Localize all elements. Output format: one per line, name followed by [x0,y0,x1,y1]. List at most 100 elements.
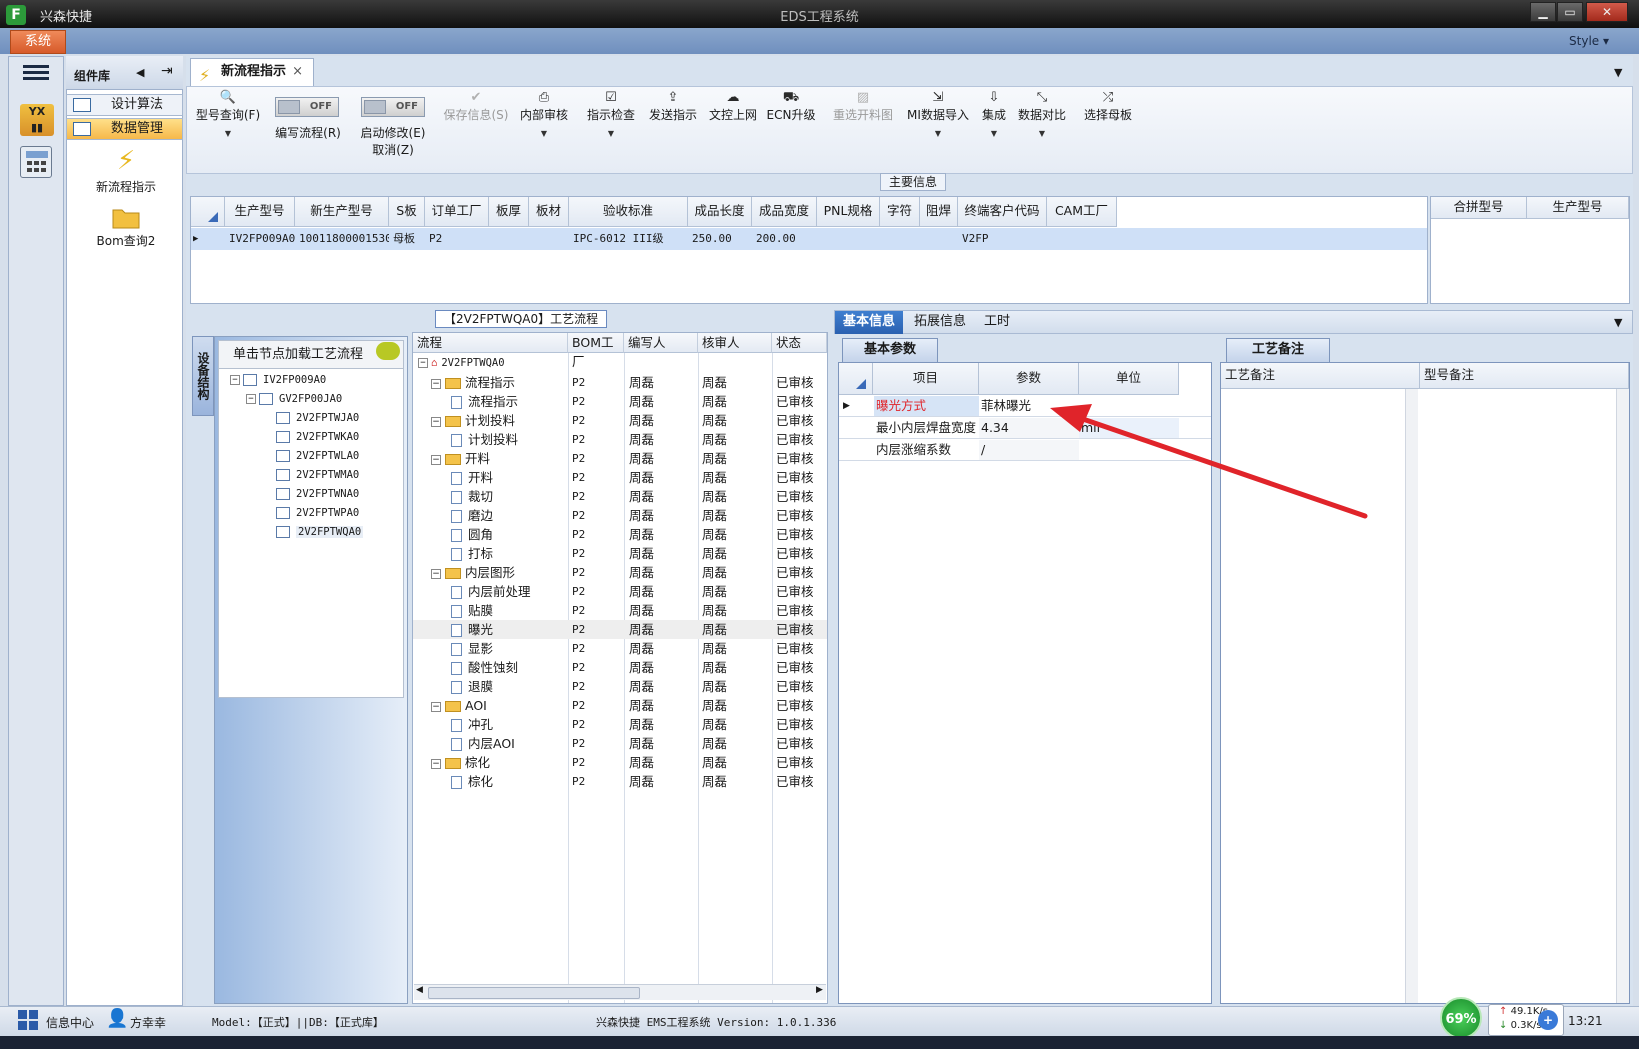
close-button[interactable]: ✕ [1586,2,1628,22]
flow-row[interactable]: 计划投料 P2 周磊 周磊 已审核 [413,430,827,449]
collapse-icon[interactable]: − [431,378,441,389]
flow-row[interactable]: − AOI P2 周磊 周磊 已审核 [413,696,827,715]
close-tab-icon[interactable]: × [292,59,303,85]
comp-item-data-management[interactable]: 数据管理 [66,118,183,140]
flow-row[interactable]: 内层前处理 P2 周磊 周磊 已审核 [413,582,827,601]
tree-node[interactable]: 2V2FPTWPA0 [276,504,359,523]
flow-row[interactable]: 裁切 P2 周磊 周磊 已审核 [413,487,827,506]
flow-row[interactable]: 酸性蚀刻 P2 周磊 周磊 已审核 [413,658,827,677]
collapse-icon[interactable]: − [431,758,441,769]
calculator-icon[interactable] [20,146,52,178]
new-flow-item[interactable]: ⚡ 新流程指示 [80,146,172,195]
subtab-process-notes[interactable]: 工艺备注 [1226,338,1330,362]
start-modify-toggle[interactable]: OFF [361,97,425,117]
collapse-icon[interactable]: − [431,416,441,427]
flow-row[interactable]: 磨边 P2 周磊 周磊 已审核 [413,506,827,525]
table-cell[interactable] [489,228,529,250]
chevron-down-icon[interactable]: ▼ [898,129,978,138]
param-value[interactable]: 菲林曝光 [979,396,1079,416]
collapse-icon[interactable]: − [230,375,240,385]
ribbon-button-6[interactable]: ⛟ ECN升级 [764,90,818,160]
chevron-down-icon[interactable]: ▼ [578,129,644,138]
table-cell[interactable] [529,228,569,250]
table-cell[interactable]: IV2FP009A0 [225,228,295,250]
flow-row[interactable]: 贴膜 P2 周磊 周磊 已审核 [413,601,827,620]
table-cell[interactable] [880,228,920,250]
style-dropdown[interactable]: Style ▾ [1569,34,1609,48]
tab-basic-info[interactable]: 基本信息 [835,311,904,334]
collapse-icon[interactable]: − [431,568,441,579]
ribbon-button-8[interactable]: ⇲ MI数据导入 ▼ [898,90,978,160]
doc-tab-new-flow[interactable]: ⚡ 新流程指示 × [190,58,314,86]
flow-row[interactable]: 内层AOI P2 周磊 周磊 已审核 [413,734,827,753]
flow-row[interactable]: 打标 P2 周磊 周磊 已审核 [413,544,827,563]
yx-module-icon[interactable]: YX ▮▮ [20,104,54,136]
flow-row[interactable]: − 棕化 P2 周磊 周磊 已审核 [413,753,827,772]
ribbon-button-0[interactable]: 🔍 型号查询(F) ▼ [190,90,266,160]
tree-node[interactable]: 2V2FPTWJA0 [276,409,359,428]
chevron-down-icon[interactable]: ▼ [972,129,1016,138]
tree-node[interactable]: 2V2FPTWKA0 [276,428,359,447]
ribbon-button-11[interactable]: ⤮ 选择母板 [1075,90,1141,160]
flow-row[interactable]: 冲孔 P2 周磊 周磊 已审核 [413,715,827,734]
table-cell[interactable]: 10011800001530 [295,228,392,250]
flow-row[interactable]: − 开料 P2 周磊 周磊 已审核 [413,449,827,468]
ribbon-button-10[interactable]: ⤡ 数据对比 ▼ [1013,90,1071,160]
flow-row[interactable]: 开料 P2 周磊 周磊 已审核 [413,468,827,487]
subtab-basic-params[interactable]: 基本参数 [842,338,938,362]
flow-row[interactable]: 曝光 P2 周磊 周磊 已审核 [413,620,827,639]
table-cell[interactable] [1047,228,1117,250]
bom-query-item[interactable]: Bom查询2 [80,204,172,249]
table-cell[interactable]: 250.00 [688,228,752,250]
comp-item-design-algorithm[interactable]: 设计算法 [66,94,183,116]
collapse-icon[interactable]: − [431,701,441,712]
chevron-down-icon[interactable]: ▼ [514,129,574,138]
remarks-scrollbar[interactable] [1616,389,1629,1003]
ribbon-button-5[interactable]: ☁ 文控上网 [702,90,764,160]
chat-icon[interactable] [376,342,400,360]
chevron-down-icon[interactable]: ▼ [1013,129,1071,138]
tab-menu-icon[interactable]: ▼ [1614,66,1622,79]
tree-node[interactable]: 2V2FPTWNA0 [276,485,359,504]
flow-row[interactable]: 流程指示 P2 周磊 周磊 已审核 [413,392,827,411]
minimize-button[interactable]: ▁ [1530,2,1556,22]
table-cell[interactable] [817,228,880,250]
flow-row[interactable]: − 计划投料 P2 周磊 周磊 已审核 [413,411,827,430]
tab-work-hours[interactable]: 工时 [976,311,1018,334]
ribbon-button-1[interactable]: ✔ 保存信息(S) [436,90,516,160]
collapse-icon[interactable]: − [418,358,428,368]
pin-icon[interactable]: ⇥ [161,63,173,79]
tab-extended-info[interactable]: 拓展信息 [906,311,974,334]
grid-apps-icon[interactable] [18,1010,38,1030]
ribbon-button-9[interactable]: ⇩ 集成 ▼ [972,90,1016,160]
equipment-structure-tab[interactable]: 设备结构 [192,336,214,416]
tree-node[interactable]: − IV2FP009A0 [230,371,326,390]
tree-node[interactable]: − GV2FP00JA0 [246,390,342,409]
param-row[interactable]: 内层涨缩系数 / [839,440,1211,461]
param-value[interactable]: 4.34 [979,418,1079,438]
param-row[interactable]: ▶ 曝光方式 菲林曝光 [839,396,1211,417]
notes-scrollbar[interactable] [1405,389,1418,1003]
tabs-menu-icon[interactable]: ▼ [1614,316,1622,329]
flow-row[interactable]: 圆角 P2 周磊 周磊 已审核 [413,525,827,544]
scroll-right-icon[interactable]: ▶ [816,985,823,995]
collapse-icon[interactable]: − [431,454,441,465]
network-gauge[interactable]: 69% [1440,997,1482,1039]
plus-icon[interactable]: + [1538,1010,1558,1030]
collapse-icon[interactable]: − [246,394,256,404]
table-cell[interactable]: 母板 [389,228,425,250]
table-cell[interactable] [920,228,958,250]
tree-node[interactable]: 2V2FPTWLA0 [276,447,359,466]
scroll-left-icon[interactable]: ◀ [416,985,423,995]
ribbon-button-4[interactable]: ⇪ 发送指示 [638,90,708,160]
maximize-button[interactable]: ▭ [1557,2,1583,22]
param-row[interactable]: 最小内层焊盘宽度 4.34 mil [839,418,1211,439]
system-tab[interactable]: 系统 [10,30,66,54]
scrollbar-thumb[interactable] [428,987,640,999]
flow-row[interactable]: 退膜 P2 周磊 周磊 已审核 [413,677,827,696]
cancel-modify-label[interactable]: 取消(Z) [352,141,434,158]
ribbon-button-2[interactable]: ⎙ 内部审核 ▼ [514,90,574,160]
table-cell[interactable]: 200.00 [752,228,817,250]
info-center-link[interactable]: 信息中心 [46,1014,94,1031]
chevron-down-icon[interactable]: ▼ [190,129,266,138]
